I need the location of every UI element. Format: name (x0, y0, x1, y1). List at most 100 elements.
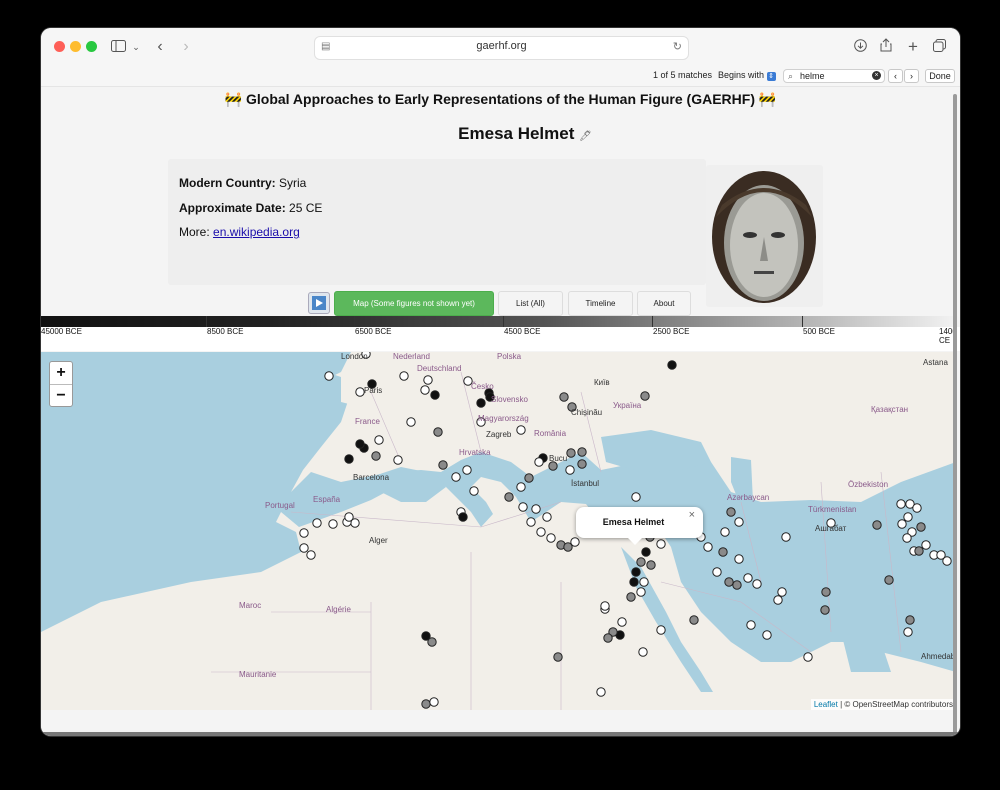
figure-marker[interactable] (423, 375, 433, 385)
figure-marker[interactable] (636, 557, 646, 567)
find-input[interactable]: ⌕ helme × (783, 69, 885, 83)
vertical-scrollbar[interactable] (953, 94, 957, 734)
close-window-button[interactable] (54, 41, 65, 52)
figure-marker[interactable] (374, 435, 384, 445)
figure-marker[interactable] (912, 503, 922, 513)
about-tab-button[interactable]: About (637, 291, 691, 316)
figure-marker[interactable] (762, 630, 772, 640)
address-bar[interactable]: ▤ gaerhf.org ↻ (314, 36, 689, 60)
figure-marker[interactable] (566, 448, 576, 458)
popup-close-icon[interactable]: × (689, 509, 695, 521)
map-view[interactable]: London Nederland Polska Deutschland Pari… (41, 352, 956, 710)
figure-marker[interactable] (641, 547, 651, 557)
figure-marker[interactable] (903, 627, 913, 637)
figure-marker[interactable] (617, 617, 627, 627)
figure-marker[interactable] (299, 528, 309, 538)
figure-marker[interactable] (689, 615, 699, 625)
figure-marker[interactable] (469, 486, 479, 496)
figure-marker[interactable] (536, 527, 546, 537)
figure-marker[interactable] (393, 455, 403, 465)
figure-marker[interactable] (518, 502, 528, 512)
figure-marker[interactable] (553, 652, 563, 662)
figure-marker[interactable] (306, 550, 316, 560)
figure-marker[interactable] (328, 519, 338, 529)
timeline-scale[interactable]: 45000 BCE 8500 BCE 6500 BCE 4500 BCE 250… (41, 316, 960, 351)
figure-marker[interactable] (542, 512, 552, 522)
figure-marker[interactable] (720, 527, 730, 537)
figure-marker[interactable] (936, 550, 946, 560)
chevron-down-icon[interactable]: ⌄ (131, 37, 141, 57)
figure-marker[interactable] (734, 554, 744, 564)
figure-marker[interactable] (667, 360, 677, 370)
wikipedia-link[interactable]: en.wikipedia.org (213, 225, 300, 239)
figure-marker[interactable] (462, 465, 472, 475)
zoom-out-button[interactable]: − (50, 385, 72, 407)
figure-marker[interactable] (427, 637, 437, 647)
figure-marker[interactable] (884, 575, 894, 585)
figure-marker[interactable] (656, 539, 666, 549)
figure-marker[interactable] (458, 512, 468, 522)
figure-marker[interactable] (631, 492, 641, 502)
figure-marker[interactable] (718, 547, 728, 557)
figure-marker[interactable] (516, 425, 526, 435)
figure-marker[interactable] (726, 507, 736, 517)
figure-marker[interactable] (355, 439, 365, 449)
figure-marker[interactable] (638, 647, 648, 657)
figure-marker[interactable] (872, 520, 882, 530)
new-tab-icon[interactable]: + (905, 37, 921, 57)
figure-marker[interactable] (577, 459, 587, 469)
minimize-window-button[interactable] (70, 41, 81, 52)
figure-marker[interactable] (921, 540, 931, 550)
figure-marker[interactable] (743, 573, 753, 583)
figure-marker[interactable] (656, 625, 666, 635)
edit-icon[interactable]: 🖊 (579, 131, 592, 142)
figure-marker[interactable] (344, 512, 354, 522)
figure-marker[interactable] (355, 387, 365, 397)
figure-marker[interactable] (820, 605, 830, 615)
figure-marker[interactable] (429, 697, 439, 707)
figure-marker[interactable] (636, 587, 646, 597)
figure-marker[interactable] (640, 391, 650, 401)
figure-marker[interactable] (421, 699, 431, 709)
figure-marker[interactable] (821, 587, 831, 597)
figure-marker[interactable] (777, 587, 787, 597)
figure-marker[interactable] (451, 472, 461, 482)
figure-marker[interactable] (896, 499, 906, 509)
figure-marker[interactable] (603, 633, 613, 643)
share-icon[interactable] (878, 37, 894, 57)
figure-marker[interactable] (914, 546, 924, 556)
figure-marker[interactable] (577, 447, 587, 457)
figure-marker[interactable] (732, 580, 742, 590)
figure-marker[interactable] (734, 517, 744, 527)
figure-marker[interactable] (596, 687, 606, 697)
figure-marker[interactable] (406, 417, 416, 427)
figure-marker[interactable] (526, 517, 536, 527)
figure-marker[interactable] (534, 457, 544, 467)
back-icon[interactable]: ‹ (153, 37, 167, 57)
figure-marker[interactable] (903, 512, 913, 522)
figure-marker[interactable] (600, 601, 610, 611)
zoom-in-button[interactable]: + (50, 362, 72, 385)
figure-marker[interactable] (629, 577, 639, 587)
find-previous-button[interactable]: ‹ (888, 69, 903, 83)
find-done-button[interactable]: Done (925, 69, 955, 83)
figure-marker[interactable] (344, 454, 354, 464)
figure-marker[interactable] (631, 567, 641, 577)
figure-marker[interactable] (626, 592, 636, 602)
figure-marker[interactable] (639, 577, 649, 587)
figure-marker[interactable] (559, 392, 569, 402)
map-tab-button[interactable]: Map (Some figures not shown yet) (334, 291, 494, 316)
figure-marker[interactable] (399, 371, 409, 381)
figure-marker[interactable] (420, 385, 430, 395)
figure-marker[interactable] (703, 542, 713, 552)
figure-marker[interactable] (476, 398, 486, 408)
figure-marker[interactable] (433, 427, 443, 437)
figure-marker[interactable] (312, 518, 322, 528)
find-next-button[interactable]: › (904, 69, 919, 83)
figure-marker[interactable] (752, 579, 762, 589)
forward-icon[interactable]: › (179, 37, 193, 57)
leaflet-link[interactable]: Leaflet (814, 700, 838, 709)
figure-marker[interactable] (324, 371, 334, 381)
figure-marker[interactable] (548, 461, 558, 471)
figure-marker[interactable] (430, 390, 440, 400)
